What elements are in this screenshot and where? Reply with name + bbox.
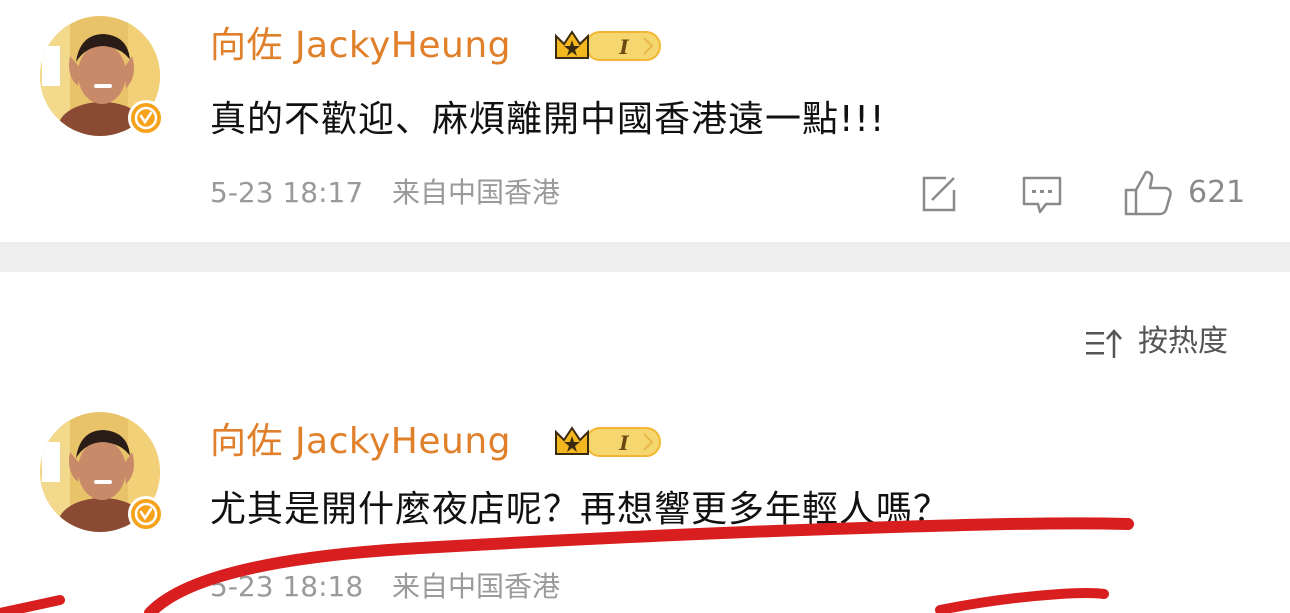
timestamp: 5-23 18:17 (210, 176, 364, 209)
verified-badge-icon (128, 496, 164, 532)
avatar[interactable] (40, 16, 164, 136)
sort-icon (1084, 326, 1124, 362)
badge-level-text: I (618, 431, 629, 455)
badge-level-text: I (618, 35, 629, 59)
timestamp: 5-23 18:18 (210, 570, 364, 603)
comment-meta: 5-23 18:17 来自中国香港 (210, 176, 560, 210)
location-source: 来自中国香港 (392, 570, 561, 603)
username[interactable]: 向佐 JackyHeung (210, 422, 511, 462)
avatar[interactable] (40, 412, 164, 532)
member-level-badge[interactable]: I (552, 26, 664, 66)
comment-text: 真的不歡迎、麻煩離開中國香港遠一點!!! (210, 99, 886, 140)
crown-icon (555, 426, 589, 455)
like-count: 621 (1188, 175, 1246, 210)
crown-icon (555, 30, 589, 59)
share-icon[interactable] (916, 172, 960, 216)
member-level-badge[interactable]: I (552, 422, 664, 462)
verified-badge-icon (128, 100, 164, 136)
username[interactable]: 向佐 JackyHeung (210, 26, 511, 66)
thumbs-up-icon[interactable] (1122, 168, 1172, 216)
location-source: 来自中国香港 (392, 176, 561, 209)
post-card: 向佐 JackyHeung I 真的不歡迎、麻煩離開中國香港遠一點!!! 5-2… (0, 0, 1290, 242)
comment-icon[interactable] (1020, 172, 1064, 216)
comment-text: 尤其是開什麼夜店呢？再想響更多年輕人嗎？ (210, 489, 951, 530)
sort-label: 按热度 (1138, 324, 1228, 359)
section-divider (0, 242, 1290, 272)
comment-meta: 5-23 18:18 来自中国香港 (210, 570, 560, 604)
weibo-comment-page: 向佐 JackyHeung I 真的不歡迎、麻煩離開中國香港遠一點!!! 5-2… (0, 0, 1290, 613)
